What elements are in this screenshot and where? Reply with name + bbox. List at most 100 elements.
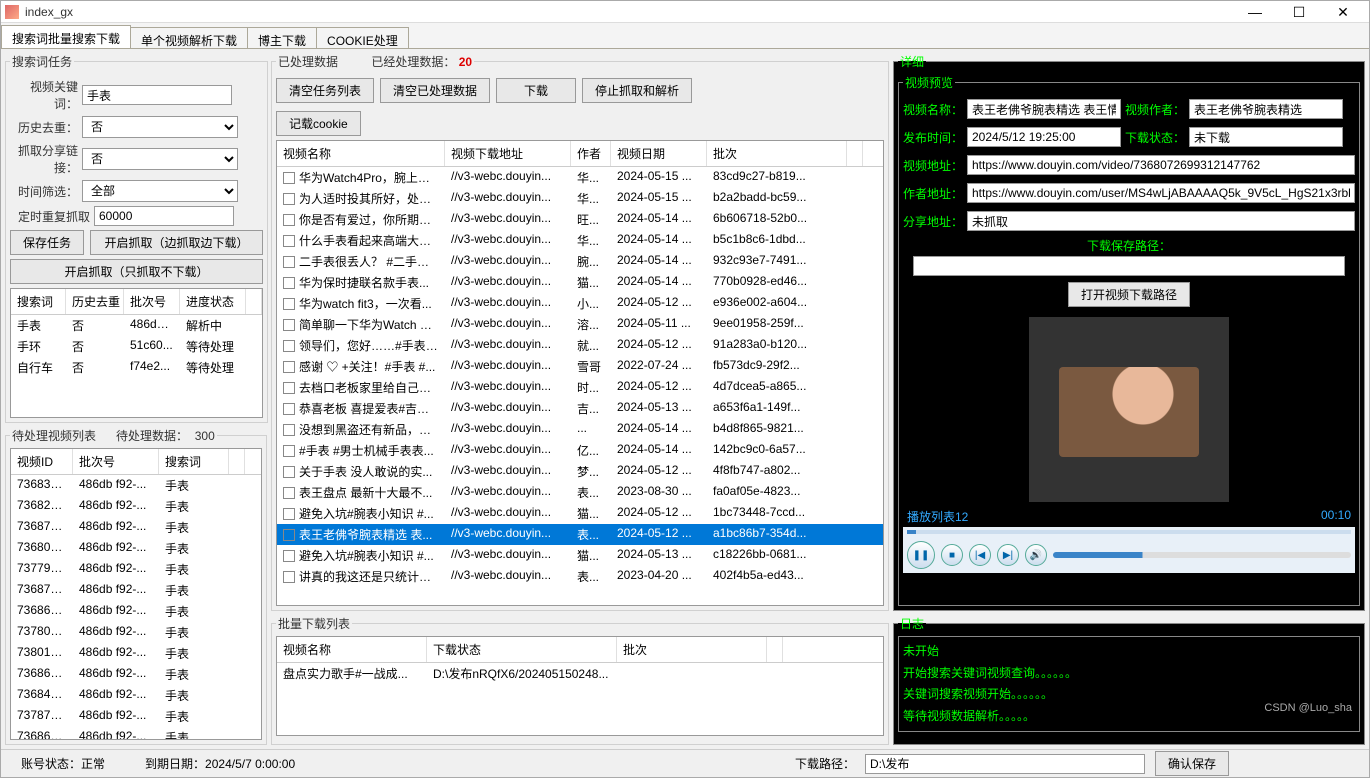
save-task-button[interactable]: 保存任务 (10, 230, 84, 255)
table-row[interactable]: 表王盘点 最新十大最不...//v3-webc.douyin...表...202… (277, 482, 883, 503)
record-cookie-button[interactable]: 记载cookie (276, 111, 361, 136)
table-row[interactable]: 736832...486db f92-...手表 (11, 475, 261, 496)
tab-single-parse[interactable]: 单个视频解析下载 (130, 27, 248, 48)
table-row[interactable]: 避免入坑#腕表小知识 #...//v3-webc.douyin...猫...20… (277, 503, 883, 524)
video-name-field[interactable] (967, 99, 1121, 119)
column-header[interactable]: 视频ID (11, 449, 73, 474)
table-row[interactable]: 736860...486db f92-...手表 (11, 601, 261, 622)
share-url-field[interactable] (967, 211, 1355, 231)
column-header[interactable]: 批次号 (73, 449, 159, 474)
table-row[interactable]: 感谢 ♡ +关注！#手表 #...//v3-webc.douyin...雪哥20… (277, 356, 883, 377)
column-header[interactable]: 视频下载地址 (445, 141, 571, 166)
table-row[interactable]: 自行车否f74e2...等待处理 (11, 357, 262, 378)
table-row[interactable]: 736870...486db f92-...手表 (11, 517, 261, 538)
checkbox[interactable] (283, 277, 295, 289)
table-row[interactable]: 讲真的我这还是只统计了...//v3-webc.douyin...表...202… (277, 566, 883, 587)
seek-bar[interactable] (903, 527, 1355, 537)
table-row[interactable]: 736873...486db f92-...手表 (11, 580, 261, 601)
table-row[interactable]: 你是否有爱过，你所期待...//v3-webc.douyin...旺...202… (277, 209, 883, 230)
pending-list[interactable]: 视频ID批次号搜索词 736832...486db f92-...手表73682… (10, 448, 262, 740)
table-row[interactable]: 736864...486db f92-...手表 (11, 664, 261, 685)
checkbox[interactable] (283, 529, 295, 541)
checkbox[interactable] (283, 298, 295, 310)
processed-list[interactable]: 视频名称视频下载地址作者视频日期批次 华为Watch4Pro，腕上的...//v… (276, 140, 884, 606)
checkbox[interactable] (283, 445, 295, 457)
table-row[interactable]: 736843...486db f92-...手表 (11, 685, 261, 706)
checkbox[interactable] (283, 508, 295, 520)
volume-slider[interactable] (1053, 552, 1351, 558)
table-row[interactable]: 736827...486db f92-...手表 (11, 496, 261, 517)
checkbox[interactable] (283, 382, 295, 394)
table-row[interactable]: 737870...486db f92-...手表 (11, 706, 261, 727)
table-row[interactable]: 738017...486db f92-...手表 (11, 643, 261, 664)
volume-icon[interactable]: 🔊 (1025, 544, 1047, 566)
table-row[interactable]: 手表否486db...解析中 (11, 315, 262, 336)
column-header[interactable]: 视频日期 (611, 141, 707, 166)
checkbox[interactable] (283, 235, 295, 247)
table-row[interactable]: 关于手表 没人敢说的实...//v3-webc.douyin...梦...202… (277, 461, 883, 482)
table-row[interactable]: 表王老佛爷腕表精选 表...//v3-webc.douyin...表...202… (277, 524, 883, 545)
video-url-field[interactable] (967, 155, 1355, 175)
table-row[interactable]: 避免入坑#腕表小知识 #...//v3-webc.douyin...猫...20… (277, 545, 883, 566)
table-row[interactable]: 恭喜老板 喜提爱表#吉林...//v3-webc.douyin...吉...20… (277, 398, 883, 419)
table-row[interactable]: 没想到黑盗还有新品，黑...//v3-webc.douyin......2024… (277, 419, 883, 440)
repeat-input[interactable] (94, 206, 234, 226)
dedup-select[interactable]: 否 (82, 116, 238, 138)
batch-download-list[interactable]: 视频名称下载状态批次 盘点实力歌手#一战成...D:\发布nRQfX6/2024… (276, 636, 884, 736)
column-header[interactable]: 视频名称 (277, 637, 427, 662)
video-author-field[interactable] (1189, 99, 1343, 119)
minimize-button[interactable]: — (1233, 1, 1277, 23)
column-header[interactable]: 批次号 (124, 289, 180, 314)
savepath-field[interactable] (913, 256, 1345, 276)
table-row[interactable]: 736808...486db f92-...手表 (11, 538, 261, 559)
checkbox[interactable] (283, 340, 295, 352)
maximize-button[interactable]: ☐ (1277, 1, 1321, 23)
checkbox[interactable] (283, 487, 295, 499)
download-button[interactable]: 下载 (496, 78, 576, 103)
tab-cookie[interactable]: COOKIE处理 (316, 27, 409, 48)
table-row[interactable]: 737803...486db f92-...手表 (11, 622, 261, 643)
checkbox[interactable] (283, 571, 295, 583)
checkbox[interactable] (283, 256, 295, 268)
prev-track-icon[interactable]: |◀ (969, 544, 991, 566)
table-row[interactable]: 去档口老板家里给自己组...//v3-webc.douyin...时...202… (277, 377, 883, 398)
clear-done-button[interactable]: 清空已处理数据 (380, 78, 490, 103)
checkbox[interactable] (283, 319, 295, 331)
download-status-field[interactable] (1189, 127, 1343, 147)
checkbox[interactable] (283, 193, 295, 205)
table-row[interactable]: 736869...486db f92-...手表 (11, 727, 261, 740)
checkbox[interactable] (283, 361, 295, 373)
table-row[interactable]: 盘点实力歌手#一战成...D:\发布nRQfX6/202405150248... (277, 663, 883, 684)
pause-icon[interactable]: ❚❚ (907, 541, 935, 569)
column-header[interactable]: 历史去重 (66, 289, 124, 314)
confirm-save-button[interactable]: 确认保存 (1155, 751, 1229, 776)
table-row[interactable]: 为人适时投其所好，处世...//v3-webc.douyin...华...202… (277, 188, 883, 209)
column-header[interactable]: 搜索词 (159, 449, 229, 474)
column-header[interactable]: 搜索词 (11, 289, 66, 314)
table-row[interactable]: 手环否51c60...等待处理 (11, 336, 262, 357)
task-list[interactable]: 搜索词历史去重批次号进度状态 手表否486db...解析中手环否51c60...… (10, 288, 263, 418)
keyword-input[interactable] (82, 85, 232, 105)
table-row[interactable]: 华为watch fit3，一次看...//v3-webc.douyin...小.… (277, 293, 883, 314)
download-path-input[interactable] (865, 754, 1145, 774)
tab-search-download[interactable]: 搜索词批量搜索下载 (1, 25, 131, 48)
column-header[interactable]: 批次 (617, 637, 767, 662)
stop-icon[interactable]: ■ (941, 544, 963, 566)
checkbox[interactable] (283, 466, 295, 478)
table-row[interactable]: 简单聊一下华为Watch Fi...//v3-webc.douyin...溶..… (277, 314, 883, 335)
checkbox[interactable] (283, 403, 295, 415)
checkbox[interactable] (283, 172, 295, 184)
column-header[interactable]: 进度状态 (180, 289, 246, 314)
stop-button[interactable]: 停止抓取和解析 (582, 78, 692, 103)
table-row[interactable]: 领导们，您好……#手表推...//v3-webc.douyin...就...20… (277, 335, 883, 356)
tab-blogger-download[interactable]: 博主下载 (247, 27, 317, 48)
close-button[interactable]: ✕ (1321, 1, 1365, 23)
checkbox[interactable] (283, 550, 295, 562)
open-download-path-button[interactable]: 打开视频下载路径 (1068, 282, 1190, 307)
next-track-icon[interactable]: ▶| (997, 544, 1019, 566)
table-row[interactable]: 华为Watch4Pro，腕上的...//v3-webc.douyin...华..… (277, 167, 883, 188)
column-header[interactable]: 视频名称 (277, 141, 445, 166)
clear-task-button[interactable]: 清空任务列表 (276, 78, 374, 103)
checkbox[interactable] (283, 214, 295, 226)
table-row[interactable]: 华为保时捷联名款手表...//v3-webc.douyin...猫...2024… (277, 272, 883, 293)
